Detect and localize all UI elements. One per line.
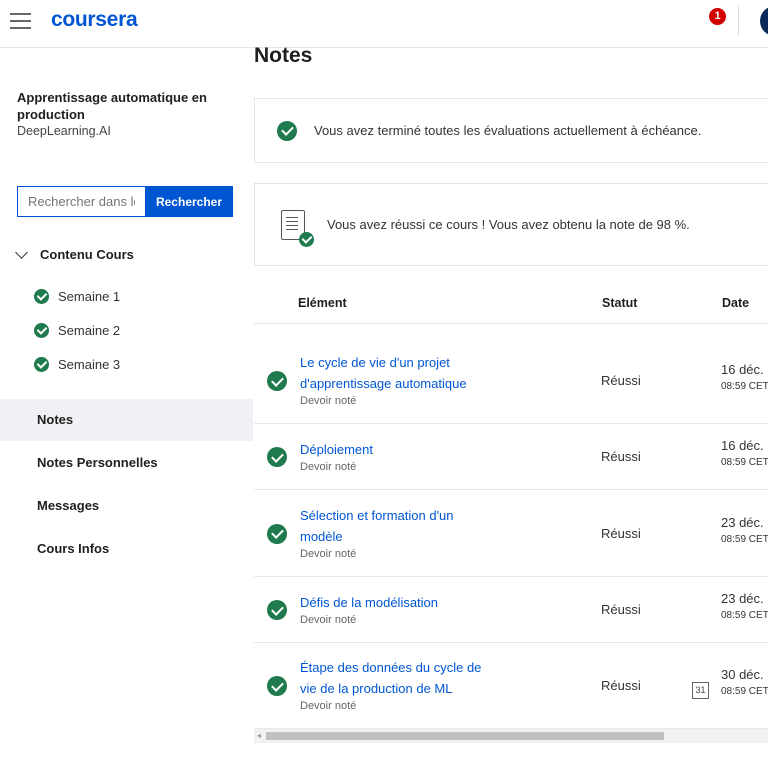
item-cell: Étape des données du cycle de vie de la p… — [300, 657, 490, 712]
sidebar-item-messages[interactable]: Messages — [0, 485, 253, 527]
date-text: 23 déc. — [721, 591, 764, 606]
sidebar-item-week-2[interactable]: Semaine 2 — [34, 323, 120, 338]
date-cell: 23 déc. 08:59 CET — [721, 515, 768, 545]
course-content-label: Contenu Cours — [40, 247, 134, 262]
item-cell: Défis de la modélisation Devoir noté — [300, 592, 490, 626]
check-icon — [267, 371, 287, 391]
date-cell: 30 déc. 08:59 CET — [721, 667, 768, 697]
table-header: Elément Statut Date — [254, 296, 768, 324]
item-title-line: vie de la production de ML — [300, 681, 453, 696]
item-type: Devoir noté — [300, 395, 357, 407]
scroll-left-icon[interactable]: ◂ — [257, 731, 261, 740]
item-link[interactable]: Le cycle de vie d'un projet d'apprentissa… — [300, 352, 490, 394]
document-check-icon — [281, 209, 314, 247]
banner-text: Vous avez terminé toutes les évaluations… — [314, 123, 702, 138]
sidebar-item-week-1[interactable]: Semaine 1 — [34, 289, 120, 304]
date-text: 16 déc. — [721, 438, 764, 453]
item-title-line: Déploiement — [300, 441, 373, 457]
check-icon — [267, 447, 287, 467]
week-label: Semaine 2 — [58, 323, 121, 338]
menu-icon[interactable] — [10, 13, 31, 29]
horizontal-scrollbar[interactable]: ◂ — [254, 729, 768, 743]
status-text: Réussi — [601, 525, 641, 541]
top-header: coursera 1 — [0, 0, 768, 48]
check-icon — [34, 289, 49, 304]
check-icon — [34, 357, 49, 372]
due-assessments-banner: Vous avez terminé toutes les évaluations… — [254, 98, 768, 163]
table-row: Déploiement Devoir noté Réussi 16 déc. 08:59… — [254, 424, 768, 490]
time-text: 08:59 CET — [721, 457, 768, 468]
status-text: Réussi — [601, 449, 641, 464]
course-title: Apprentissage automatique en production — [17, 90, 207, 122]
time-text: 08:59 CET — [721, 381, 768, 392]
sidebar-item-course-info[interactable]: Cours Infos — [0, 528, 253, 570]
time-text: 08:59 CET — [721, 610, 768, 621]
date-text: 16 déc. — [721, 362, 764, 377]
date-text: 23 déc. — [721, 514, 764, 530]
notifications-bell-icon[interactable]: 1 — [709, 8, 729, 32]
course-content-toggle[interactable]: Contenu Cours — [13, 246, 134, 262]
item-type: Devoir noté — [300, 613, 357, 626]
column-header-item: Elément — [298, 296, 347, 310]
item-link[interactable]: Sélection et formation d'un modèle — [300, 505, 490, 547]
item-type: Devoir noté — [300, 460, 357, 473]
item-title-line: Le cycle de vie d'un projet — [300, 355, 450, 370]
item-type: Devoir noté — [300, 700, 357, 712]
check-icon — [34, 323, 49, 338]
sidebar-item-personal-notes[interactable]: Notes Personnelles — [0, 442, 253, 484]
check-icon — [277, 120, 297, 141]
date-cell: 16 déc. 08:59 CET — [721, 438, 768, 468]
date-cell: 23 déc. 08:59 CET — [721, 591, 768, 621]
column-header-status: Statut — [602, 296, 638, 310]
item-title-line: Sélection et formation d'un — [300, 507, 454, 523]
chevron-down-icon — [15, 246, 28, 259]
check-icon — [267, 600, 287, 620]
scrollbar-thumb[interactable] — [266, 732, 664, 740]
sidebar-item-notes[interactable]: Notes — [0, 399, 253, 441]
time-text: 08:59 CET — [721, 686, 768, 697]
status-text: Réussi — [601, 678, 641, 693]
item-title-line: Défis de la modélisation — [300, 594, 439, 610]
status-text: Réussi — [601, 373, 641, 388]
calendar-icon: 31 — [692, 682, 709, 699]
course-search: Rechercher — [17, 186, 233, 217]
time-text: 08:59 CET — [721, 533, 768, 545]
item-cell: Déploiement Devoir noté — [300, 439, 490, 473]
table-row: Étape des données du cycle de vie de la p… — [254, 643, 768, 729]
item-link[interactable]: Étape des données du cycle de vie de la p… — [300, 657, 490, 699]
item-link[interactable]: Déploiement — [300, 439, 490, 460]
date-cell: 16 déc. 08:59 CET — [721, 362, 768, 392]
course-passed-banner: Vous avez réussi ce cours ! Vous avez ob… — [254, 183, 768, 266]
week-label: Semaine 3 — [58, 357, 121, 372]
table-row: Sélection et formation d'un modèle Devoir … — [254, 490, 768, 577]
banner-text: Vous avez réussi ce cours ! Vous avez ob… — [327, 217, 690, 232]
sidebar-item-week-3[interactable]: Semaine 3 — [34, 357, 120, 372]
table-row: Défis de la modélisation Devoir noté Réuss… — [254, 577, 768, 643]
item-title-line: modèle — [300, 528, 343, 544]
table-row: Le cycle de vie d'un projet d'apprentissa… — [254, 338, 768, 424]
item-link[interactable]: Défis de la modélisation — [300, 592, 490, 613]
date-text: 30 déc. — [721, 667, 764, 682]
week-label: Semaine 1 — [58, 289, 121, 304]
status-text: Réussi — [601, 602, 641, 617]
coursera-logo[interactable]: coursera — [51, 8, 138, 32]
avatar[interactable] — [760, 6, 768, 36]
search-button[interactable]: Rechercher — [145, 186, 233, 217]
course-partner: DeepLearning.AI — [17, 124, 111, 138]
check-icon — [267, 523, 287, 544]
item-cell: Le cycle de vie d'un projet d'apprentissa… — [300, 352, 490, 407]
notification-badge: 1 — [709, 8, 726, 25]
divider — [738, 6, 739, 36]
item-title-line: d'apprentissage automatique — [300, 376, 467, 391]
page-title: Notes — [254, 44, 313, 67]
item-type: Devoir noté — [300, 547, 357, 560]
column-header-date[interactable]: Date — [722, 296, 749, 310]
item-title-line: Étape des données du cycle de — [300, 660, 482, 675]
check-icon — [267, 676, 287, 696]
item-cell: Sélection et formation d'un modèle Devoir … — [300, 505, 490, 560]
search-input[interactable] — [17, 186, 145, 217]
